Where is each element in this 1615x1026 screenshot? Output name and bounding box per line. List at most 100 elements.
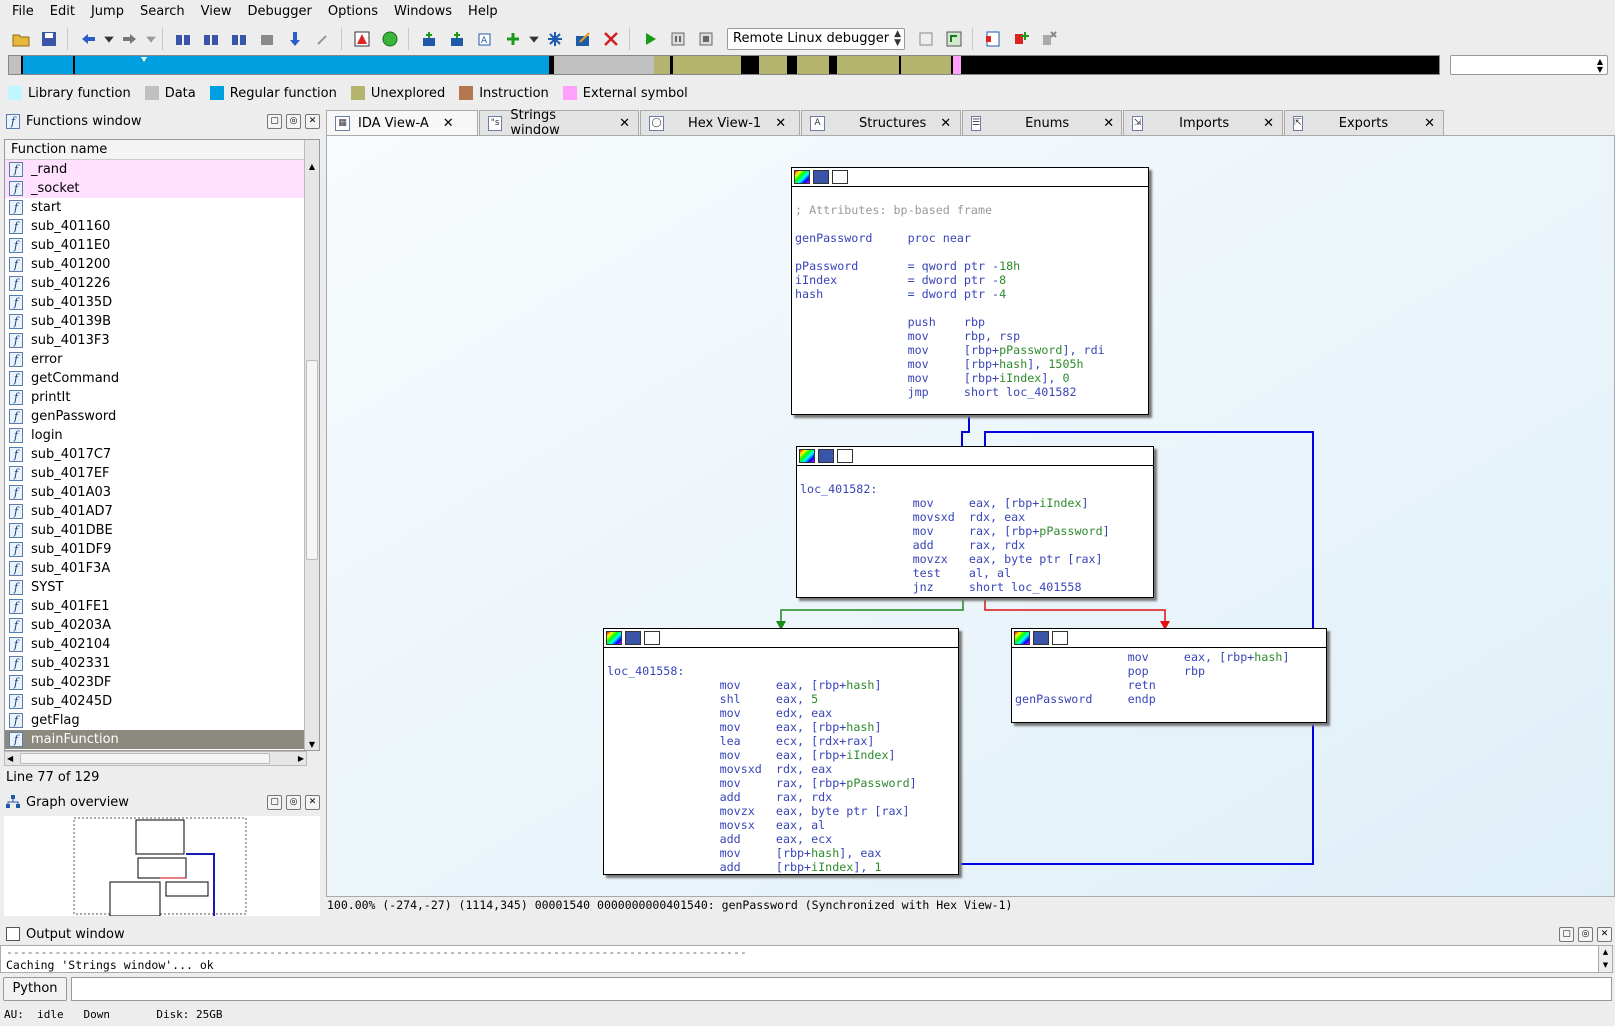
close-window-button[interactable]: ✕: [305, 794, 320, 810]
menu-search[interactable]: Search: [132, 0, 193, 24]
save-icon[interactable]: [36, 26, 62, 52]
function-list-item[interactable]: f sub_40203A: [5, 616, 305, 635]
search-text-icon[interactable]: [198, 26, 224, 52]
function-list-item[interactable]: f sub_4017EF: [5, 464, 305, 483]
function-list-item[interactable]: f sub_4017C7: [5, 445, 305, 464]
function-list-item[interactable]: f _rand: [5, 160, 305, 179]
forward-arrow-icon[interactable]: [117, 26, 143, 52]
stop-icon[interactable]: [693, 26, 719, 52]
close-icon[interactable]: ✕: [619, 116, 630, 131]
tab-hex-view-1[interactable]: ◯ Hex View-1 ✕: [640, 110, 800, 135]
function-list-item[interactable]: f printIt: [5, 388, 305, 407]
function-list-item[interactable]: f sub_401A03: [5, 483, 305, 502]
function-list-item[interactable]: f sub_401AD7: [5, 502, 305, 521]
color-palette-icon[interactable]: [1014, 631, 1030, 645]
close-icon[interactable]: [598, 26, 624, 52]
function-list-item[interactable]: f error: [5, 350, 305, 369]
tab-imports[interactable]: ⇲ Imports ✕: [1123, 110, 1283, 135]
open-folder-icon[interactable]: [8, 26, 34, 52]
vertical-scrollbar[interactable]: ▲ ▼: [304, 140, 319, 750]
menu-edit[interactable]: Edit: [42, 0, 83, 24]
function-list-item[interactable]: f sub_401DF9: [5, 540, 305, 559]
function-list-item[interactable]: f sub_401160: [5, 217, 305, 236]
float-window-button[interactable]: ▢: [267, 113, 282, 129]
edit-block-icon[interactable]: [625, 631, 641, 645]
close-window-button[interactable]: ✕: [1597, 926, 1612, 942]
add-icon[interactable]: [500, 26, 526, 52]
function-list-item[interactable]: f sub_40135D: [5, 293, 305, 312]
function-list-item[interactable]: f sub_4013F3: [5, 331, 305, 350]
function-list-item[interactable]: f sub_402104: [5, 635, 305, 654]
back-arrow-icon[interactable]: [75, 26, 101, 52]
close-window-button[interactable]: ✕: [305, 113, 320, 129]
breakpoint-list-icon[interactable]: [980, 26, 1006, 52]
menu-help[interactable]: Help: [460, 0, 506, 24]
code-icon[interactable]: [416, 26, 442, 52]
step-over-icon[interactable]: [941, 26, 967, 52]
function-list-item[interactable]: f login: [5, 426, 305, 445]
color-palette-icon[interactable]: [606, 631, 622, 645]
chevron-down-icon[interactable]: [145, 26, 157, 52]
close-icon[interactable]: ✕: [1263, 116, 1274, 131]
function-list-item[interactable]: f start: [5, 198, 305, 217]
function-list-item[interactable]: f mainFunction: [5, 730, 305, 749]
group-block-icon[interactable]: [837, 449, 853, 463]
tab-structures[interactable]: A Structures ✕: [801, 110, 961, 135]
code-block-loc-401558[interactable]: loc_401558: mov eax, [rbp+hash] shl eax,…: [603, 628, 959, 875]
function-list-item[interactable]: f sub_4011E0: [5, 236, 305, 255]
code-block-genpassword[interactable]: ; Attributes: bp-based frame genPassword…: [791, 167, 1149, 415]
tab-ida-view-a[interactable]: ▦ IDA View-A ✕: [326, 110, 478, 135]
edit-block-icon[interactable]: [813, 170, 829, 184]
menu-file[interactable]: File: [4, 0, 42, 24]
data-icon[interactable]: [444, 26, 470, 52]
edit-block-icon[interactable]: [1033, 631, 1049, 645]
group-block-icon[interactable]: [1052, 631, 1068, 645]
step-into-icon[interactable]: [913, 26, 939, 52]
function-list-item[interactable]: f sub_40139B: [5, 312, 305, 331]
add-breakpoint-icon[interactable]: [1008, 26, 1034, 52]
color-palette-icon[interactable]: [799, 449, 815, 463]
output-scrollbar[interactable]: ▲ ▼: [1598, 945, 1613, 973]
command-input[interactable]: [71, 977, 1612, 1001]
string-icon[interactable]: A: [472, 26, 498, 52]
close-icon[interactable]: ✕: [1424, 116, 1435, 131]
function-list-item[interactable]: f getFlag: [5, 711, 305, 730]
close-icon[interactable]: ✕: [775, 116, 786, 131]
function-list-item[interactable]: f sub_401200: [5, 255, 305, 274]
float-window-button[interactable]: ▢: [1559, 926, 1574, 942]
edit-block-icon[interactable]: [818, 449, 834, 463]
menu-debugger[interactable]: Debugger: [239, 0, 319, 24]
chevron-down-icon[interactable]: [528, 26, 540, 52]
search-binary-icon[interactable]: [226, 26, 252, 52]
function-list-item[interactable]: f getCommand: [5, 369, 305, 388]
search-next-icon[interactable]: [254, 26, 280, 52]
function-list-item[interactable]: f genPassword: [5, 407, 305, 426]
graph-view[interactable]: ; Attributes: bp-based frame genPassword…: [326, 135, 1615, 897]
graph-overview[interactable]: [4, 816, 320, 916]
close-icon[interactable]: ✕: [443, 116, 454, 131]
color-palette-icon[interactable]: [794, 170, 810, 184]
edit-icon[interactable]: [570, 26, 596, 52]
clear-icon[interactable]: [310, 26, 336, 52]
green-circle-icon[interactable]: [377, 26, 403, 52]
function-list-item[interactable]: f sub_401F3A: [5, 559, 305, 578]
tab-strings-window[interactable]: "s Strings window ✕: [479, 108, 639, 138]
delete-breakpoint-icon[interactable]: [1036, 26, 1062, 52]
float-window-button[interactable]: ▢: [267, 794, 282, 810]
code-block-return[interactable]: mov eax, [rbp+hash] pop rbp retn genPassw…: [1011, 628, 1327, 723]
group-block-icon[interactable]: [644, 631, 660, 645]
close-icon[interactable]: ✕: [940, 116, 951, 131]
tab-enums[interactable]: ☰ Enums ✕: [962, 110, 1122, 135]
tab-exports[interactable]: ⇱ Exports ✕: [1284, 110, 1444, 135]
function-list-item[interactable]: f sub_401226: [5, 274, 305, 293]
restore-window-button[interactable]: ◎: [286, 794, 301, 810]
menu-view[interactable]: View: [193, 0, 240, 24]
function-list-item[interactable]: f sub_401DBE: [5, 521, 305, 540]
restore-window-button[interactable]: ◎: [1578, 926, 1593, 942]
function-list-item[interactable]: f sub_4023DF: [5, 673, 305, 692]
column-header[interactable]: Function name: [5, 140, 319, 160]
chevron-down-icon[interactable]: [103, 26, 115, 52]
warning-icon[interactable]: [349, 26, 375, 52]
function-list-item[interactable]: f sub_40245D: [5, 692, 305, 711]
python-button[interactable]: Python: [3, 977, 67, 1001]
